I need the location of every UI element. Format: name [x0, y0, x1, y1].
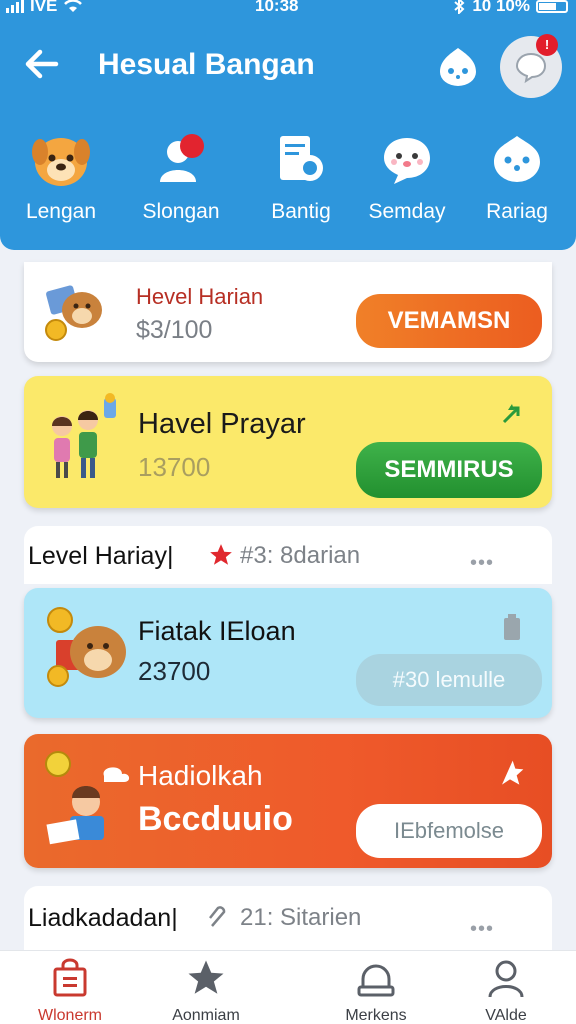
card-title: Hevel Harian [136, 284, 264, 309]
back-arrow-icon [25, 49, 59, 79]
category-rariag[interactable]: Rariag [462, 128, 572, 224]
category-label: Bantig [271, 200, 331, 223]
list-row[interactable]: Liadkadadan| 21: Sitarien ••• [24, 886, 552, 952]
dog-coin-icon [45, 285, 102, 341]
archive-icon [357, 964, 395, 997]
nav-label: Wlonerm [37, 1007, 102, 1024]
row-title: Liadkadadan| [28, 904, 178, 932]
cute-face-icon [440, 48, 476, 86]
card-value: $3/100 [136, 316, 213, 344]
battery-percent: 10 10% [472, 0, 530, 15]
card-value: 13700 [138, 452, 211, 482]
user-icon [488, 960, 524, 998]
card-title: Havel Prayar [138, 408, 306, 440]
disabled-action-button[interactable]: #30 lemulle [356, 654, 542, 706]
category-label: Lengan [25, 200, 97, 223]
category-lengan[interactable]: Lengan [6, 128, 116, 224]
nav-label: Aonmiam [172, 1007, 240, 1024]
star-arrow-icon[interactable] [494, 758, 526, 790]
smiley-face-icon [494, 136, 540, 182]
battery-icon [536, 0, 568, 13]
battery-icon [504, 614, 520, 640]
status-time: 10:38 [255, 0, 299, 15]
bluetooth-icon [454, 0, 465, 14]
person-notification-icon [160, 134, 204, 182]
profile-face-button[interactable] [436, 44, 480, 88]
document-camera-icon [280, 136, 323, 181]
category-semday[interactable]: Semday [352, 128, 462, 224]
orange-action-button[interactable]: VEMAMSN [356, 294, 542, 348]
carrier-label: IVE [30, 0, 58, 15]
dog-coin-icon [47, 607, 126, 687]
shopping-bag-icon [53, 958, 87, 997]
reward-card[interactable]: Hadiolkah Bccduuio IEbfemolse [24, 734, 552, 868]
reader-coin-icon [45, 751, 130, 845]
dog-face-icon [32, 138, 90, 186]
card-title: Hadiolkah [138, 760, 263, 791]
star-icon [188, 960, 224, 994]
chat-button[interactable]: ! [500, 34, 562, 98]
category-slongan[interactable]: Slongan [126, 128, 236, 224]
card-title: Fiatak IEloan [138, 616, 296, 646]
list-row[interactable]: Level Hariay| #3: 8darian ••• [24, 526, 552, 584]
star-arrow-icon[interactable] [498, 400, 526, 428]
row-meta: #3: 8darian [240, 542, 361, 569]
nav-item-home[interactable]: Wlonerm [10, 957, 130, 1024]
category-label: Slongan [142, 200, 220, 223]
signal-icon [6, 0, 24, 13]
notification-badge: ! [536, 34, 558, 56]
card-value: 23700 [138, 656, 211, 686]
page-title: Hesual Bangan [98, 48, 315, 81]
reward-card[interactable]: Fiatak IEloan 23700 #30 lemulle [24, 588, 552, 718]
nav-item-profile[interactable]: VAlde [446, 957, 566, 1024]
more-dots-icon[interactable]: ••• [470, 918, 494, 941]
category-bantig[interactable]: Bantig [246, 128, 356, 224]
category-label: Rariag [486, 200, 548, 223]
row-meta: 21: Sitarien [240, 904, 362, 931]
reward-card[interactable]: Havel Prayar 13700 SEMMIRUS [24, 376, 552, 508]
nav-item-archive[interactable]: Merkens [316, 957, 436, 1024]
kids-icon [52, 393, 116, 478]
clip-icon [209, 906, 226, 927]
nav-item-favorites[interactable]: Aonmiam [146, 957, 266, 1024]
status-bar: IVE 10:38 10 10% [0, 0, 576, 22]
green-action-button[interactable]: SEMMIRUS [356, 442, 542, 498]
white-action-button[interactable]: IEbfemolse [356, 804, 542, 858]
bottom-navigation: Wlonerm Aonmiam Merkens VAlde [0, 950, 576, 1024]
star-icon [210, 544, 232, 565]
nav-label: Merkens [345, 1007, 407, 1024]
app-header: IVE 10:38 10 10% Hesual Bangan ! Lengan [0, 0, 576, 250]
nav-label: VAlde [485, 1007, 527, 1024]
wifi-icon [64, 0, 83, 12]
card-value: Bccduuio [138, 800, 293, 838]
category-label: Semday [368, 200, 446, 223]
more-dots-icon[interactable]: ••• [470, 552, 494, 575]
row-title: Level Hariay| [28, 542, 174, 570]
reward-card[interactable]: Hevel Harian $3/100 VEMAMSN [24, 262, 552, 362]
cute-face-icon [384, 138, 430, 184]
back-arrow-button[interactable] [22, 44, 66, 88]
